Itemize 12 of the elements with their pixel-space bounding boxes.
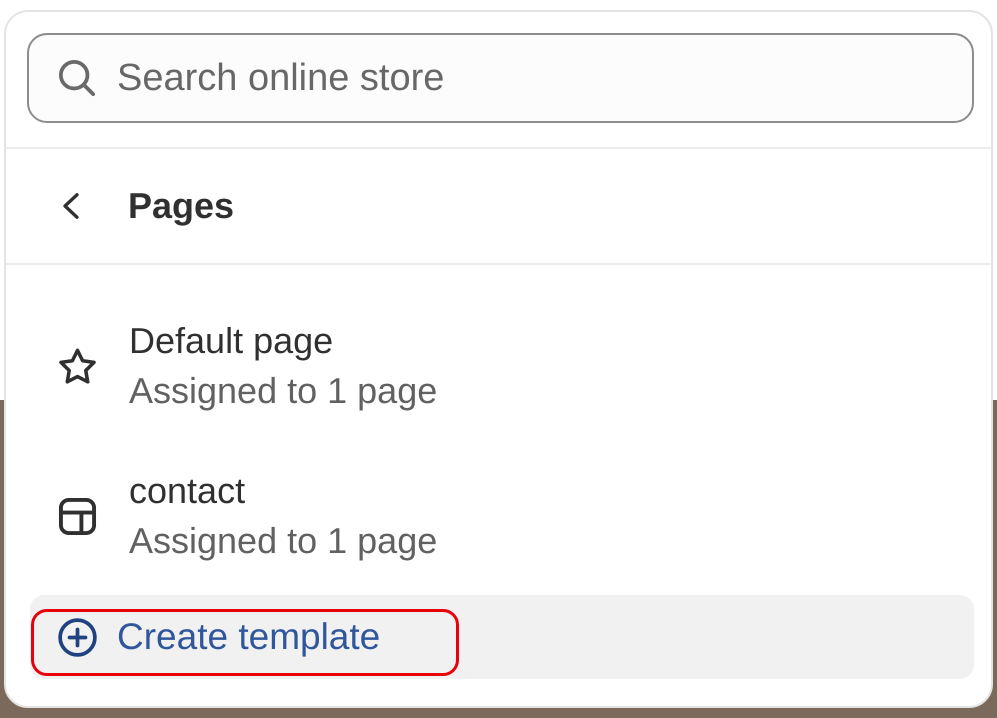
star-icon <box>58 346 97 386</box>
layout-icon <box>58 496 97 536</box>
plus-circle-icon <box>58 618 97 656</box>
back-chevron-icon[interactable] <box>62 192 80 220</box>
template-name[interactable]: Default page <box>129 316 438 366</box>
create-template-button[interactable]: Create template <box>30 595 974 679</box>
header-title: Pages <box>128 184 234 228</box>
template-detail: Assigned to 1 page <box>129 369 438 413</box>
search-field[interactable]: Search online store <box>27 33 974 123</box>
search-icon <box>58 59 96 97</box>
template-detail: Assigned to 1 page <box>129 519 438 563</box>
template-name[interactable]: contact <box>129 466 438 516</box>
